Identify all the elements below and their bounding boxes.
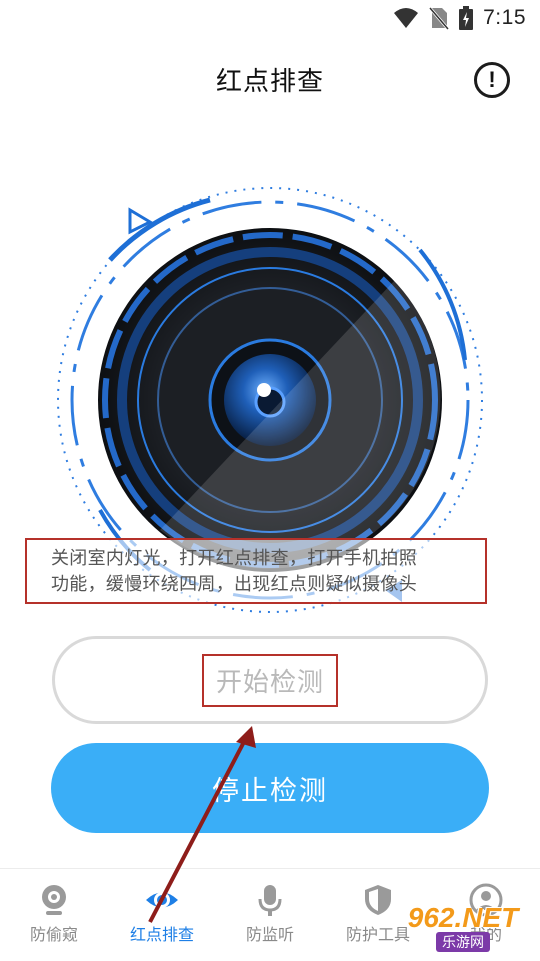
stop-detection-button[interactable]: 停止检测 — [51, 743, 489, 833]
info-icon[interactable]: ! — [474, 62, 510, 98]
watermark-bottom: 乐游网 — [436, 932, 490, 952]
watermark-top: 962.NET — [407, 902, 519, 933]
nav-item-anti-eavesdrop[interactable]: 防监听 — [216, 869, 324, 961]
nav-label-red-dot-check: 红点排查 — [129, 925, 194, 944]
nav-item-anti-peep[interactable]: 防偷窥 — [0, 869, 108, 961]
start-detection-button[interactable]: 开始检测 — [52, 636, 488, 724]
instruction-text-box: 关闭室内灯光，打开红点排查，打开手机拍照 功能，缓慢环绕四周，出现红点则疑似摄像… — [25, 538, 487, 604]
no-sim-icon — [429, 7, 450, 30]
instruction-line-1: 关闭室内灯光，打开红点排查，打开手机拍照 — [51, 548, 417, 569]
microphone-icon — [258, 885, 282, 916]
stop-detection-label: 停止检测 — [212, 775, 328, 807]
nav-item-red-dot-check[interactable]: 红点排查 — [108, 869, 216, 961]
watermark-logo: 962.NET 乐游网 — [394, 902, 532, 954]
wifi-icon — [394, 8, 419, 28]
page-title: 红点排查 — [215, 66, 324, 97]
shield-icon — [365, 885, 391, 915]
start-detection-label: 开始检测 — [201, 653, 338, 707]
status-time: 7:15 — [483, 6, 526, 29]
nav-label-anti-peep: 防偷窥 — [29, 925, 78, 944]
webcam-icon — [42, 885, 66, 915]
status-bar: 7:15 — [0, 0, 540, 36]
title-bar: 红点排查 — [0, 52, 540, 106]
eye-icon — [146, 892, 178, 908]
battery-charging-icon — [459, 6, 474, 30]
nav-label-anti-eavesdrop: 防监听 — [245, 925, 294, 944]
instruction-line-2: 功能，缓慢环绕四周，出现红点则疑似摄像头 — [51, 574, 417, 595]
